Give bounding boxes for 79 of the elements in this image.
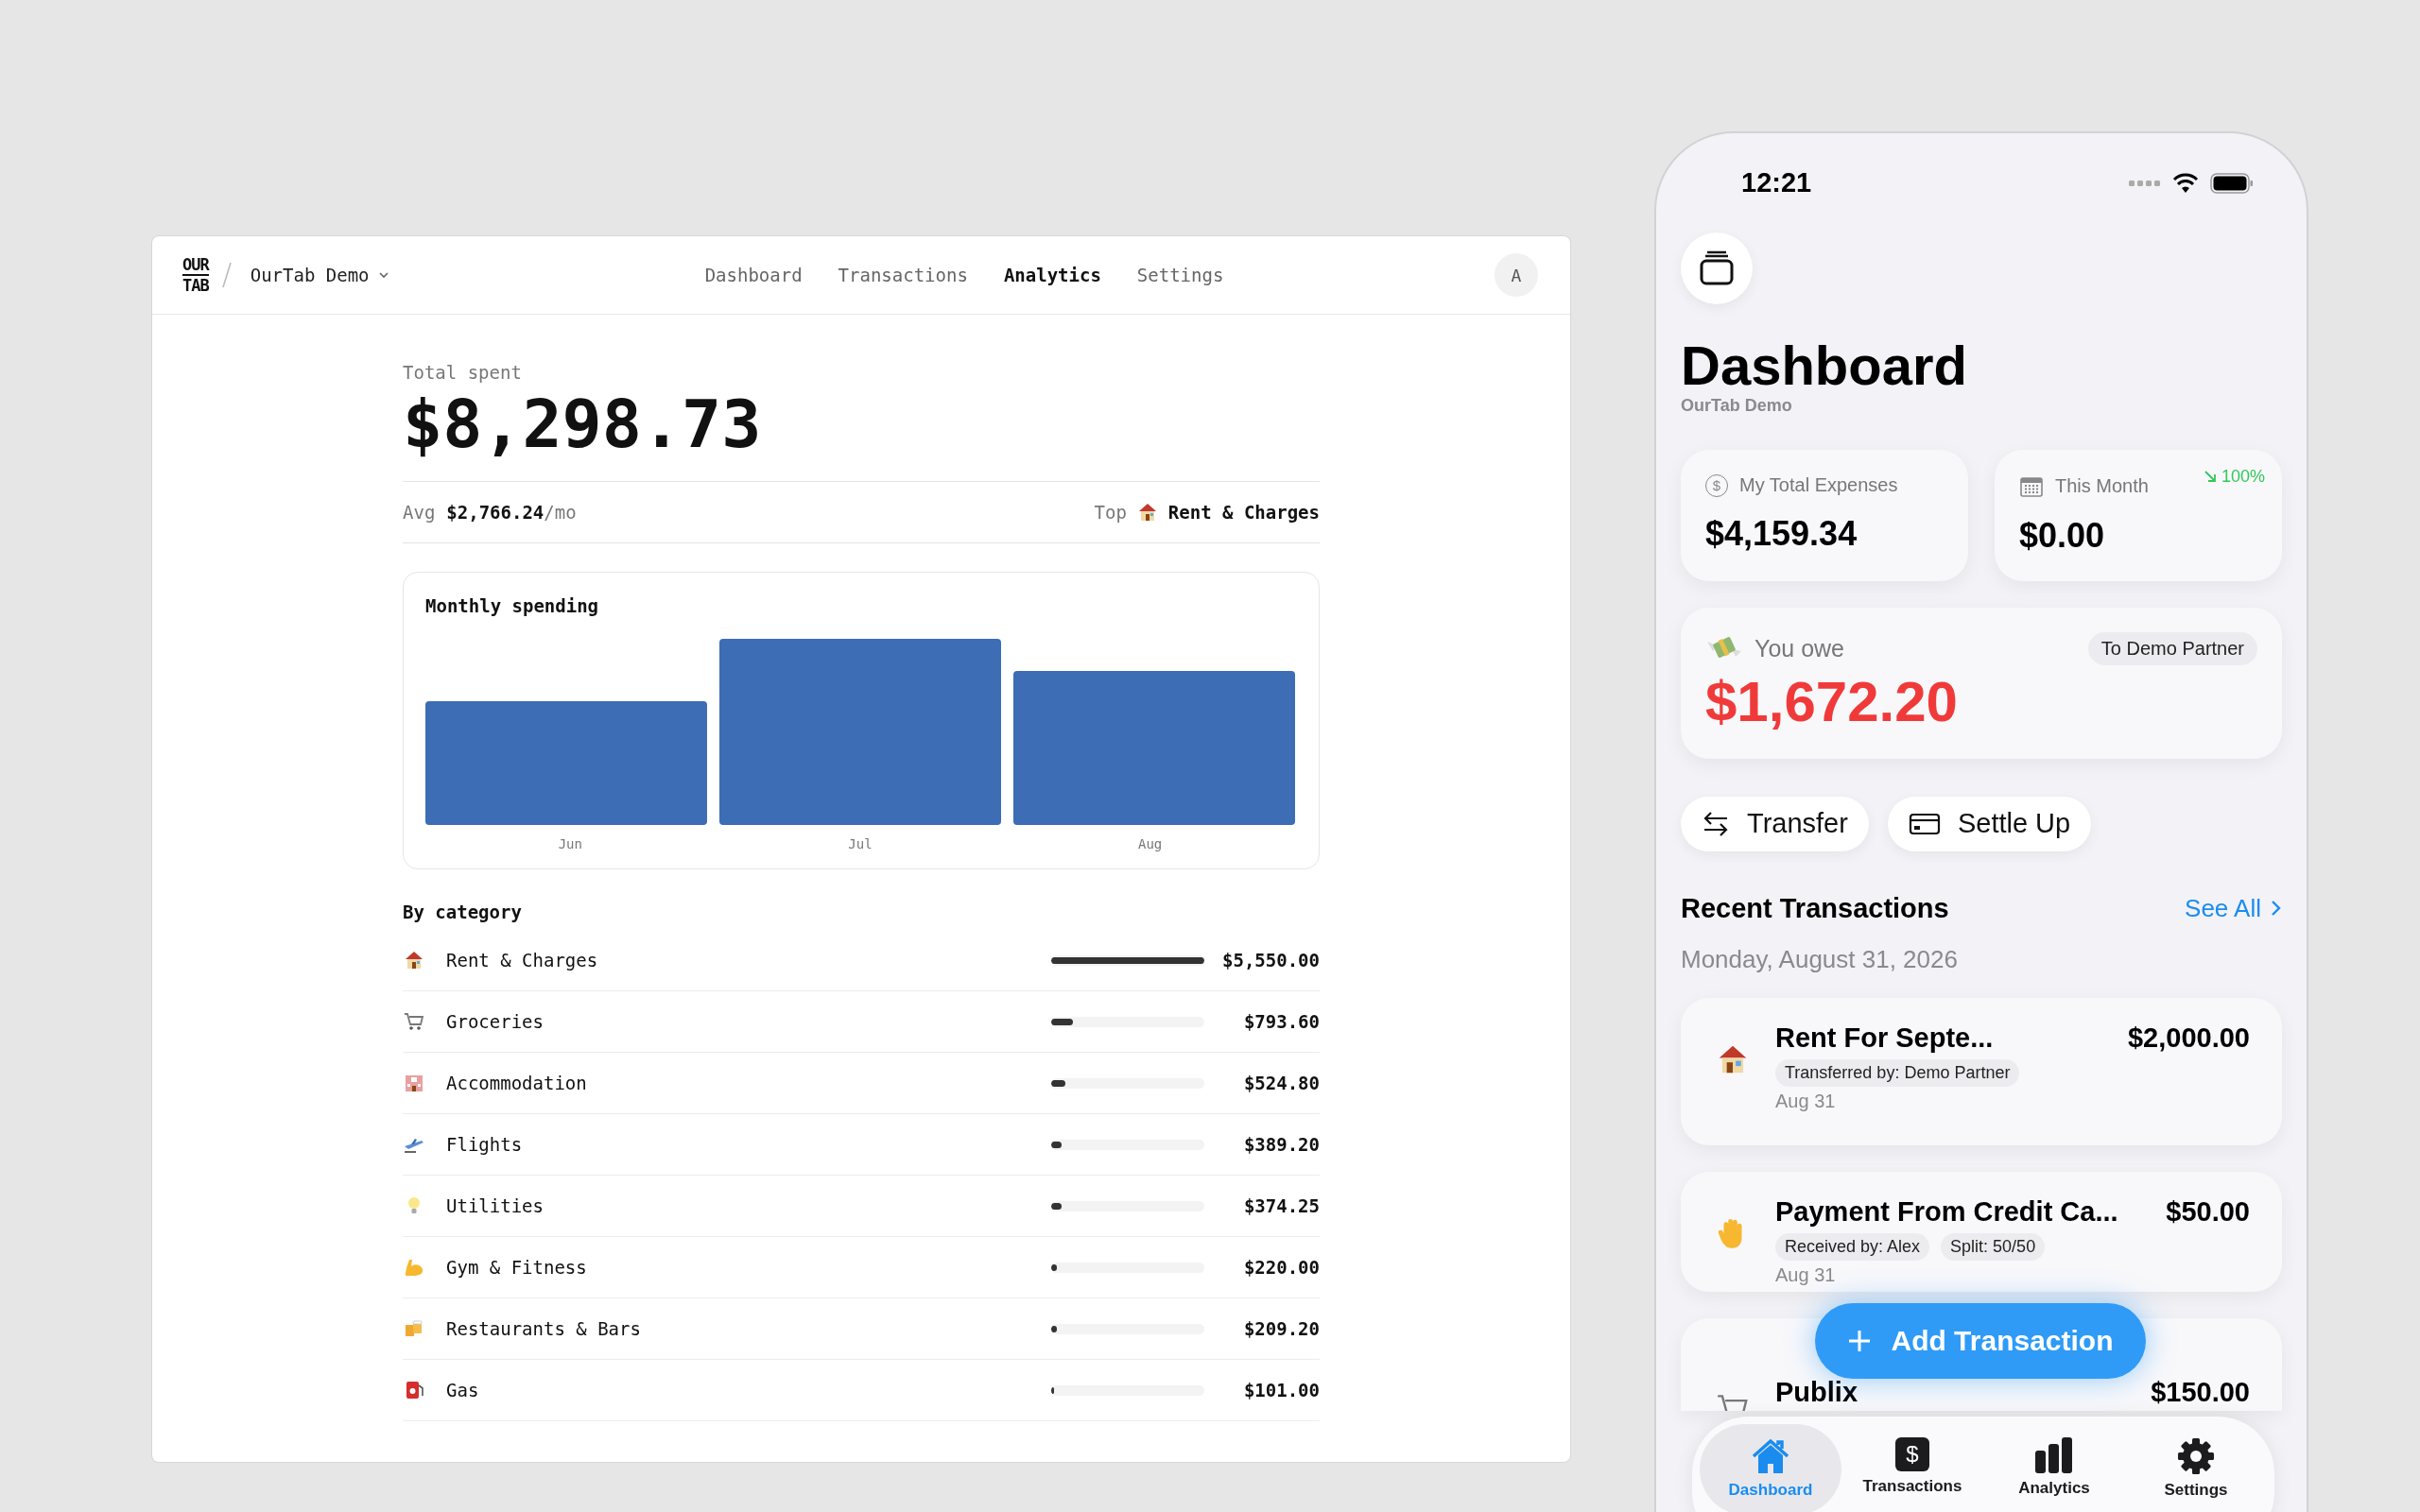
section-title: By category (403, 902, 523, 922)
transfer-arrows-icon (1702, 810, 1730, 837)
tab-item[interactable]: Settings (2125, 1424, 2267, 1512)
category-name: Rent & Charges (446, 950, 599, 971)
nav-link[interactable]: Transactions (838, 265, 968, 285)
balance-amount: $1,672.20 (1705, 668, 1959, 734)
category-amount: $374.25 (1242, 1195, 1320, 1216)
stat-value: $0.00 (2019, 515, 2106, 556)
category-amount: $524.80 (1242, 1073, 1320, 1093)
category-amount: $389.20 (1242, 1134, 1320, 1155)
section-title: Recent Transactions (1681, 892, 1949, 924)
axis-label: Jul (847, 836, 873, 851)
transaction-amount: $50.00 (2166, 1195, 2250, 1228)
category-name: Groceries (446, 1011, 544, 1032)
category-amount: $793.60 (1242, 1011, 1320, 1032)
stat-value: $4,159.34 (1705, 513, 1858, 554)
page-title: Dashboard (1681, 335, 1968, 396)
trend-percent: 100% (2221, 466, 2265, 487)
category-name: Flights (446, 1134, 524, 1155)
stat-label: This Month (2055, 475, 2149, 498)
battery-icon (2210, 172, 2254, 194)
page-subtitle: OurTab Demo (1681, 395, 1793, 416)
chart-title: Monthly spending (425, 595, 600, 616)
nav-link[interactable]: Settings (1136, 265, 1224, 285)
category-name: Restaurants & Bars (446, 1318, 642, 1339)
nav-link[interactable]: Dashboard (704, 265, 803, 285)
ourtab-logo[interactable]: OUR TAB (182, 255, 209, 295)
category-amount: $5,550.00 (1221, 950, 1320, 971)
axis-label: Aug (1137, 836, 1164, 851)
credit-card-icon (1908, 811, 1941, 836)
house-icon (1750, 1437, 1791, 1475)
transaction-tag: Split: 50/50 (1941, 1232, 2046, 1261)
avg-value: $2,766.24 (446, 502, 544, 523)
nav-link[interactable]: Analytics (1003, 265, 1101, 285)
category-name: Gas (446, 1380, 480, 1400)
user-avatar[interactable]: A (1495, 253, 1538, 297)
action-button[interactable]: Settle Up (1887, 796, 2092, 851)
signal-icon (2129, 179, 2161, 187)
balance-label: You owe (1754, 634, 1844, 662)
transaction-title: Publix (1775, 1376, 1858, 1408)
total-label: Total spent (403, 362, 523, 383)
total-amount: $8,298.73 (403, 385, 763, 464)
transaction-amount: $150.00 (2151, 1376, 2250, 1408)
trend-down-icon (2202, 469, 2218, 485)
category-name: Gym & Fitness (446, 1257, 588, 1278)
transaction-title: Rent For Septe... (1775, 1022, 1994, 1054)
transaction-card[interactable]: Payment From Credit Ca... $50.00 Received by: Alex Split: 50/50 Aug 31 (1681, 1171, 2282, 1292)
category-name: Utilities (446, 1195, 544, 1216)
transaction-tag: Received by: Alex (1775, 1232, 1930, 1261)
dollar-square-icon: $ (1895, 1437, 1929, 1471)
transaction-date: Aug 31 (1775, 1090, 1837, 1112)
category-amount: $209.20 (1242, 1318, 1320, 1339)
recipient-chip: To Demo Partner (2087, 631, 2257, 665)
category-amount: $101.00 (1242, 1380, 1320, 1400)
top-category: Rent & Charges (1167, 502, 1320, 523)
axis-label: Jun (557, 836, 583, 851)
status-time: 12:21 (1741, 167, 1812, 198)
wifi-icon (2172, 172, 2199, 194)
avg-unit: /mo (544, 502, 577, 523)
bar-chart-icon (2033, 1437, 2075, 1473)
category-amount: $220.00 (1242, 1257, 1320, 1278)
tab-item[interactable]: $ Transactions (1841, 1424, 1983, 1512)
avg-label: Avg (403, 502, 436, 523)
date-header: Monday, August 31, 2026 (1681, 944, 1959, 974)
breadcrumb-separator-icon (221, 262, 232, 288)
category-name: Accommodation (446, 1073, 588, 1093)
stat-label: My Total Expenses (1739, 474, 1898, 497)
plus-icon (1847, 1329, 1873, 1353)
transaction-amount: $2,000.00 (2128, 1022, 2250, 1054)
stack-icon (1698, 249, 1736, 287)
transaction-date: Aug 31 (1775, 1263, 1837, 1286)
action-button[interactable]: Transfer (1681, 796, 1869, 851)
transaction-tag: Transferred by: Demo Partner (1775, 1058, 2020, 1087)
settings-icon (2177, 1437, 2215, 1475)
transaction-card[interactable]: Rent For Septe... $2,000.00 Transferred by: Demo Partner Aug 31 (1681, 997, 2282, 1145)
workspace-dropdown[interactable]: OurTab Demo (250, 265, 390, 285)
top-label: Top (1094, 502, 1127, 523)
tab-item[interactable]: Analytics (1983, 1424, 2125, 1512)
transaction-title: Payment From Credit Ca... (1775, 1195, 2118, 1228)
